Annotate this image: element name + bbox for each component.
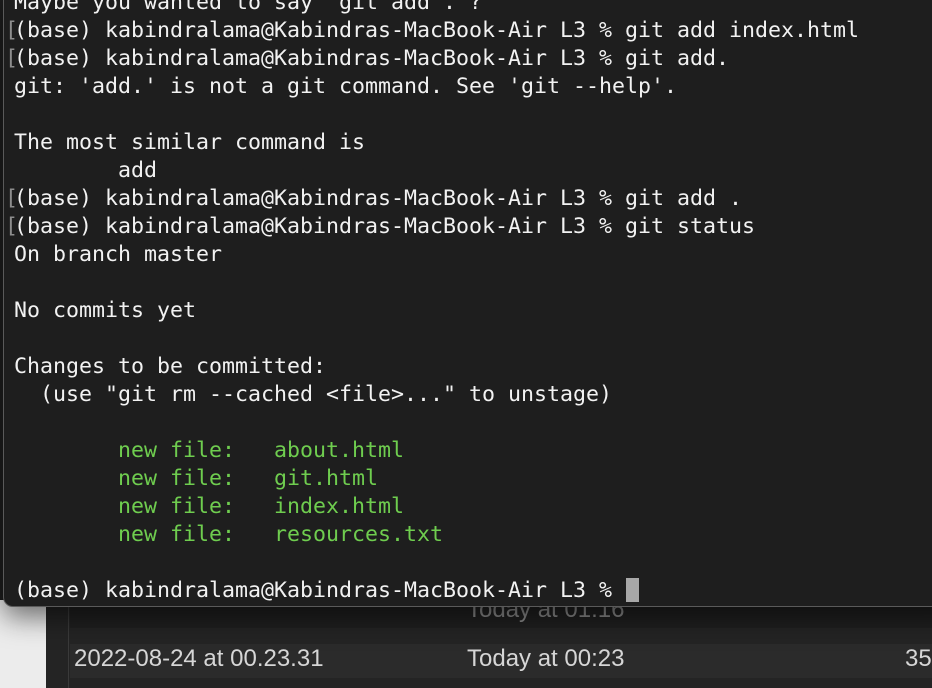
- desktop-edge: [0, 600, 46, 688]
- shell-prompt: (base) kabindralama@Kabindras-MacBook-Ai…: [14, 578, 626, 603]
- finder-column-divider: [68, 600, 69, 688]
- terminal-line: On branch master: [14, 242, 223, 267]
- staged-file-line: new file: resources.txt: [14, 522, 444, 547]
- terminal-line: No commits yet: [14, 298, 197, 323]
- terminal-line: [(base) kabindralama@Kabindras-MacBook-A…: [5, 18, 860, 43]
- staged-file-line: new file: git.html: [14, 466, 379, 491]
- terminal-line: Maybe you wanted to say 'git add .'?: [14, 0, 483, 15]
- file-list-row[interactable]: 2022-08-24 at 00.23.31 Today at 00:23 35: [70, 644, 932, 678]
- terminal-line: [(base) kabindralama@Kabindras-MacBook-A…: [5, 46, 730, 71]
- file-size: 35: [905, 645, 932, 672]
- mark-bracket-icon: [: [5, 46, 19, 71]
- terminal-line: add: [14, 158, 158, 183]
- terminal-line: (use "git rm --cached <file>..." to unst…: [14, 382, 613, 407]
- terminal-line: [(base) kabindralama@Kabindras-MacBook-A…: [5, 186, 743, 211]
- terminal-line: The most similar command is: [14, 130, 366, 155]
- mark-bracket-icon: [: [5, 18, 19, 43]
- terminal-prompt-line[interactable]: (base) kabindralama@Kabindras-MacBook-Ai…: [14, 577, 859, 605]
- mark-bracket-icon: [: [5, 214, 19, 239]
- terminal-line: git: 'add.' is not a git command. See 'g…: [14, 74, 678, 99]
- staged-file-line: new file: about.html: [14, 438, 405, 463]
- terminal-line: [(base) kabindralama@Kabindras-MacBook-A…: [5, 214, 756, 239]
- terminal-window[interactable]: Maybe you wanted to say 'git add .'? [(b…: [3, 0, 932, 607]
- file-name: 2022-08-24 at 00.23.31: [74, 645, 324, 672]
- terminal-line: Changes to be committed:: [14, 354, 327, 379]
- mark-bracket-icon: [: [5, 186, 19, 211]
- text-cursor: [626, 578, 640, 602]
- terminal-output[interactable]: Maybe you wanted to say 'git add .'? [(b…: [5, 0, 860, 605]
- staged-file-line: new file: index.html: [14, 494, 405, 519]
- file-date-modified: Today at 00:23: [467, 645, 625, 672]
